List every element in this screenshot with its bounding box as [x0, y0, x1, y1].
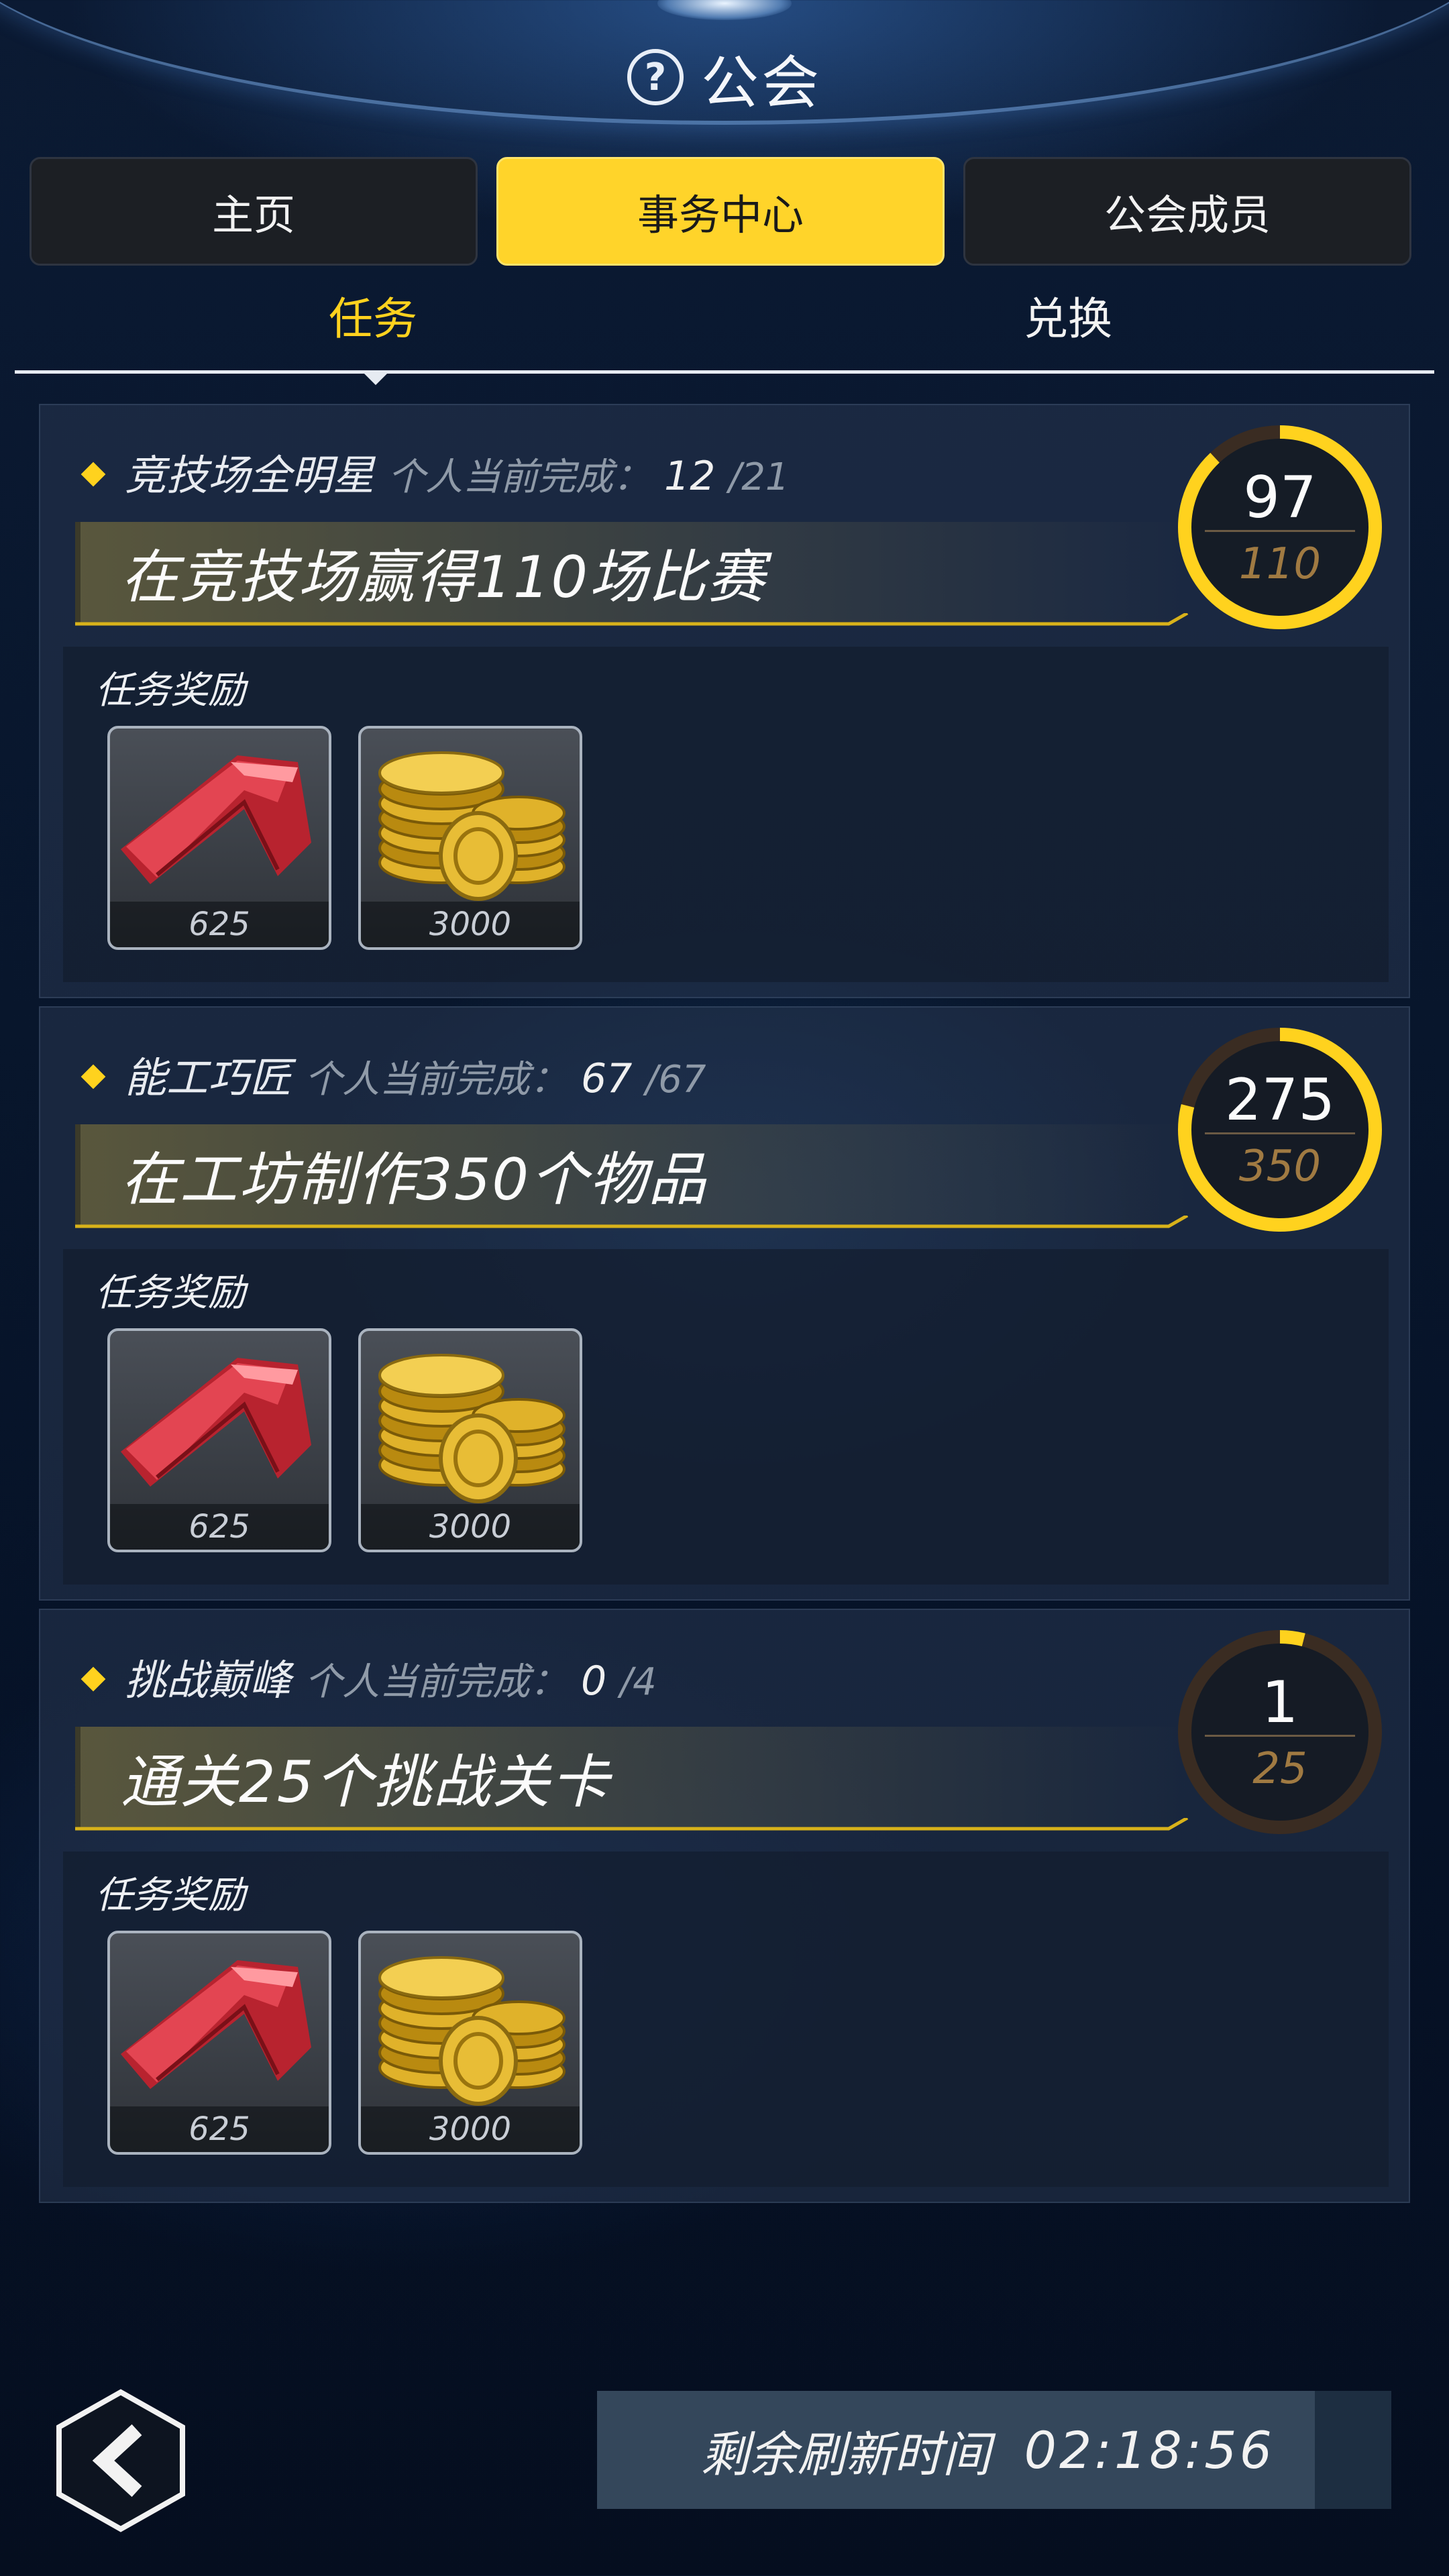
question-circle-icon[interactable]: ? — [627, 49, 684, 105]
progress-total: /67 — [645, 1058, 706, 1102]
progress-ring: 1 25 — [1173, 1625, 1387, 1839]
progress-current: 67 — [581, 1055, 633, 1102]
reward-count: 625 — [110, 2106, 329, 2152]
objective-text: 在竞技场赢得110场比赛 — [121, 544, 767, 611]
gold-coins-icon — [378, 1956, 566, 2106]
progress-current: 0 — [581, 1658, 607, 1705]
progress-current: 12 — [664, 453, 716, 500]
progress-total: /4 — [620, 1660, 657, 1704]
diamond-icon — [80, 1064, 106, 1089]
objective-underline — [75, 1818, 1189, 1831]
tab-label: 事务中心 — [637, 191, 804, 239]
reward-count: 625 — [110, 1504, 329, 1550]
progress-total: /21 — [729, 455, 790, 499]
rewards-panel: 任务奖励 625 3000 — [63, 1851, 1389, 2187]
page-title: 公会 — [701, 49, 822, 117]
tab-affairs-center[interactable]: 事务中心 — [496, 157, 945, 266]
task-name: 竞技场全明星 — [125, 451, 375, 500]
task-header: 竞技场全明星 个人当前完成： 12/21 — [125, 441, 790, 502]
objective-text: 在工坊制作350个物品 — [121, 1146, 708, 1214]
reward-slot[interactable]: 625 — [107, 1931, 331, 2155]
reward-slot[interactable]: 3000 — [358, 726, 582, 950]
ring-current: 275 — [1224, 1067, 1336, 1134]
gold-coins-icon — [378, 1354, 566, 1503]
reward-count: 3000 — [361, 1504, 580, 1550]
ring-divider — [1205, 1132, 1355, 1134]
task-header: 能工巧匠 个人当前完成： 67/67 — [125, 1044, 706, 1104]
subtab-underline — [15, 370, 1434, 374]
ring-divider — [1205, 1735, 1355, 1737]
objective-text: 通关25个挑战关卡 — [121, 1749, 610, 1816]
rewards-panel: 任务奖励 625 3000 — [63, 647, 1389, 982]
reward-slot[interactable]: 3000 — [358, 1931, 582, 2155]
refresh-timer: 剩余刷新时间 02:18:56 — [597, 2391, 1315, 2509]
red-chevron-icon — [121, 755, 311, 884]
subtab-indicator — [361, 370, 390, 385]
chevron-left-icon — [56, 2389, 185, 2532]
task-card: 能工巧匠 个人当前完成： 67/67 在工坊制作350个物品 275 350 任… — [39, 1006, 1410, 1601]
ring-total: 110 — [1238, 539, 1322, 589]
tab-home[interactable]: 主页 — [30, 157, 478, 266]
diamond-icon — [80, 462, 106, 487]
rewards-panel: 任务奖励 625 3000 — [63, 1249, 1389, 1585]
subtab-exchange[interactable]: 兑换 — [1024, 282, 1112, 349]
reward-count: 3000 — [361, 2106, 580, 2152]
reward-slot[interactable]: 625 — [107, 1328, 331, 1552]
red-chevron-icon — [121, 1358, 311, 1487]
diamond-icon — [80, 1666, 106, 1692]
header: ? 公会 — [564, 40, 885, 117]
ring-total: 25 — [1252, 1744, 1307, 1794]
progress-ring: 275 350 — [1173, 1022, 1387, 1237]
tab-label: 公会成员 — [1104, 191, 1271, 239]
back-button[interactable] — [51, 2388, 191, 2533]
subtab-tasks[interactable]: 任务 — [329, 282, 417, 349]
task-name: 能工巧匠 — [125, 1053, 292, 1102]
refresh-time: 02:18:56 — [1024, 2420, 1275, 2480]
reward-count: 625 — [110, 902, 329, 947]
ring-divider — [1205, 530, 1355, 532]
objective-underline — [75, 613, 1189, 626]
task-card: 竞技场全明星 个人当前完成： 12/21 在竞技场赢得110场比赛 97 110… — [39, 404, 1410, 998]
objective-underline — [75, 1216, 1189, 1228]
reward-slot[interactable]: 3000 — [358, 1328, 582, 1552]
reward-slot[interactable]: 625 — [107, 726, 331, 950]
refresh-label: 剩余刷新时间 — [700, 2426, 991, 2483]
progress-label: 个人当前完成： — [388, 455, 651, 499]
task-card: 挑战巅峰 个人当前完成： 0/4 通关25个挑战关卡 1 25 任务奖励 625 — [39, 1609, 1410, 2203]
rewards-label: 任务奖励 — [95, 1271, 246, 1315]
progress-label: 个人当前完成： — [305, 1660, 568, 1704]
reward-count: 3000 — [361, 902, 580, 947]
ring-current: 1 — [1261, 1669, 1299, 1736]
rewards-label: 任务奖励 — [95, 669, 246, 712]
gold-coins-icon — [378, 751, 566, 901]
ring-current: 97 — [1243, 464, 1317, 531]
progress-label: 个人当前完成： — [305, 1058, 568, 1102]
task-name: 挑战巅峰 — [125, 1656, 292, 1705]
ring-total: 350 — [1238, 1142, 1322, 1191]
rewards-label: 任务奖励 — [95, 1874, 246, 1917]
tab-members[interactable]: 公会成员 — [963, 157, 1411, 266]
task-header: 挑战巅峰 个人当前完成： 0/4 — [125, 1646, 657, 1707]
tab-label: 主页 — [211, 191, 295, 239]
red-chevron-icon — [121, 1960, 311, 2089]
progress-ring: 97 110 — [1173, 420, 1387, 635]
